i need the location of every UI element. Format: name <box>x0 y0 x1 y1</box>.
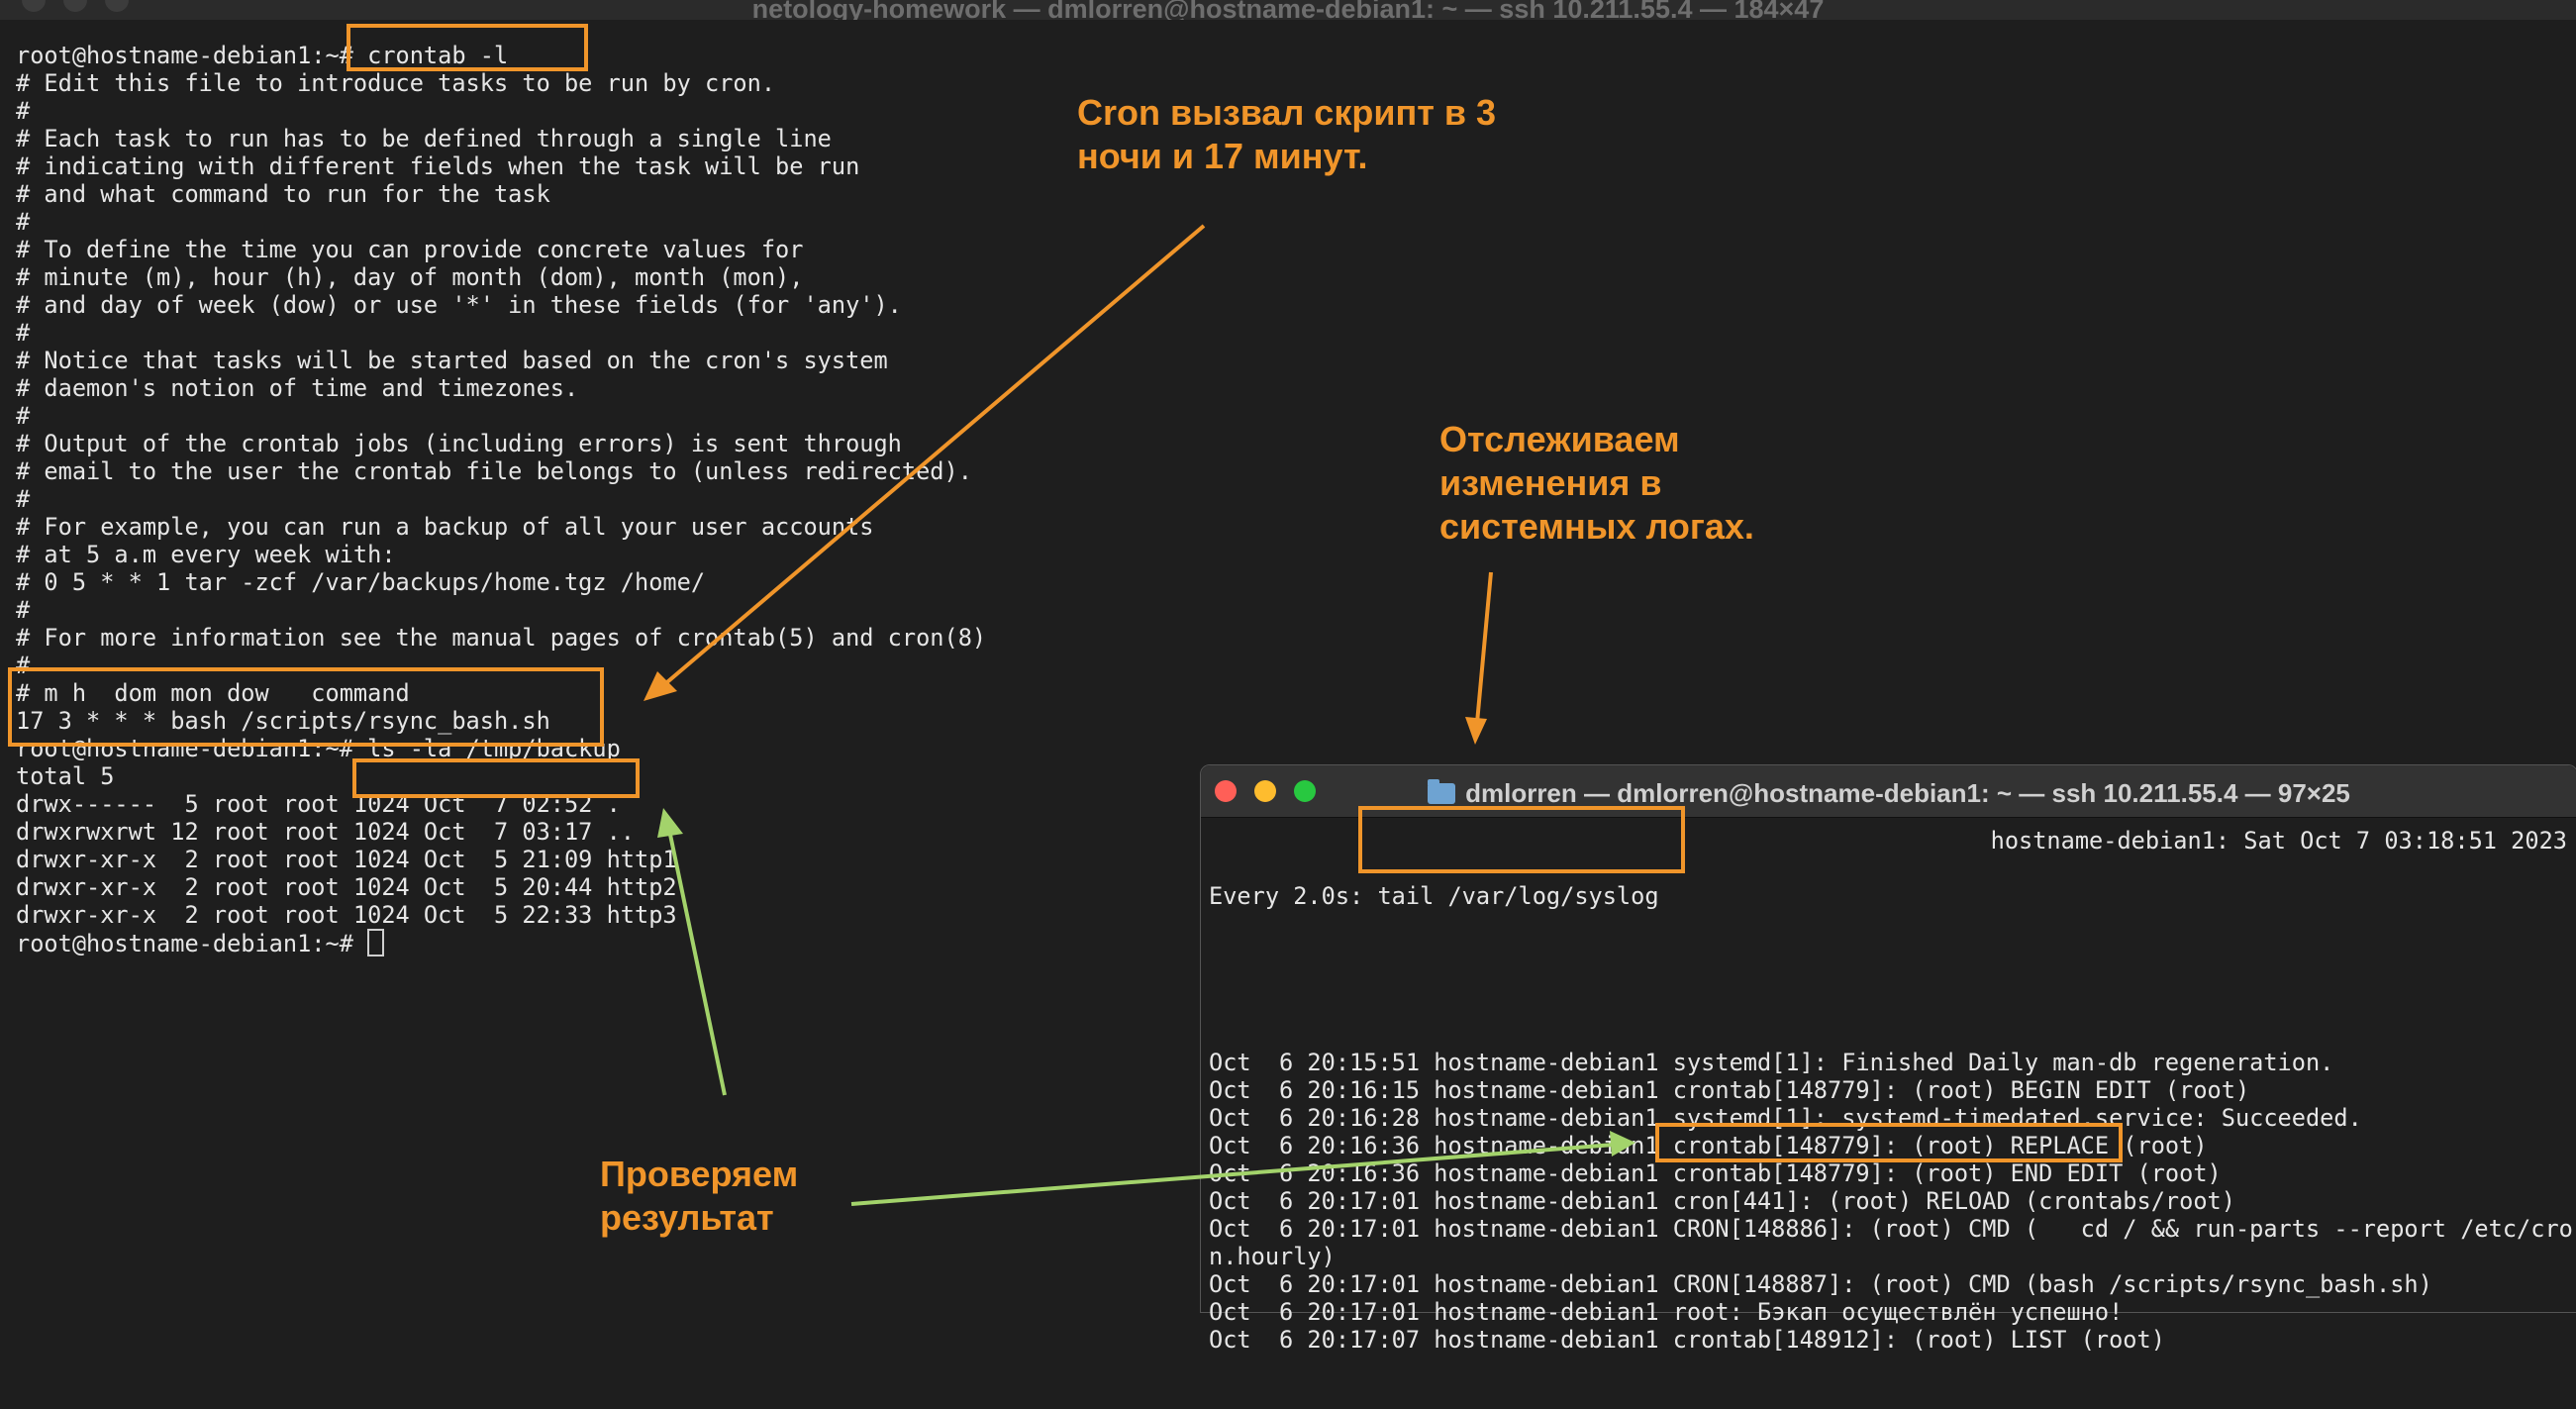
syslog-arrow <box>1475 571 1493 724</box>
annotation-arrows <box>644 224 1635 1206</box>
cron-arrow <box>659 224 1206 689</box>
syslog-line: Oct 6 20:17:07 hostname-debian1 crontab[… <box>1209 1326 2165 1354</box>
ls-arrow-head <box>657 808 683 838</box>
syslog-result-arrow <box>850 1143 1615 1206</box>
ls-arrow <box>667 829 727 1096</box>
syslog-result-arrow-head <box>1610 1131 1635 1157</box>
syslog-arrow-head <box>1465 717 1487 745</box>
